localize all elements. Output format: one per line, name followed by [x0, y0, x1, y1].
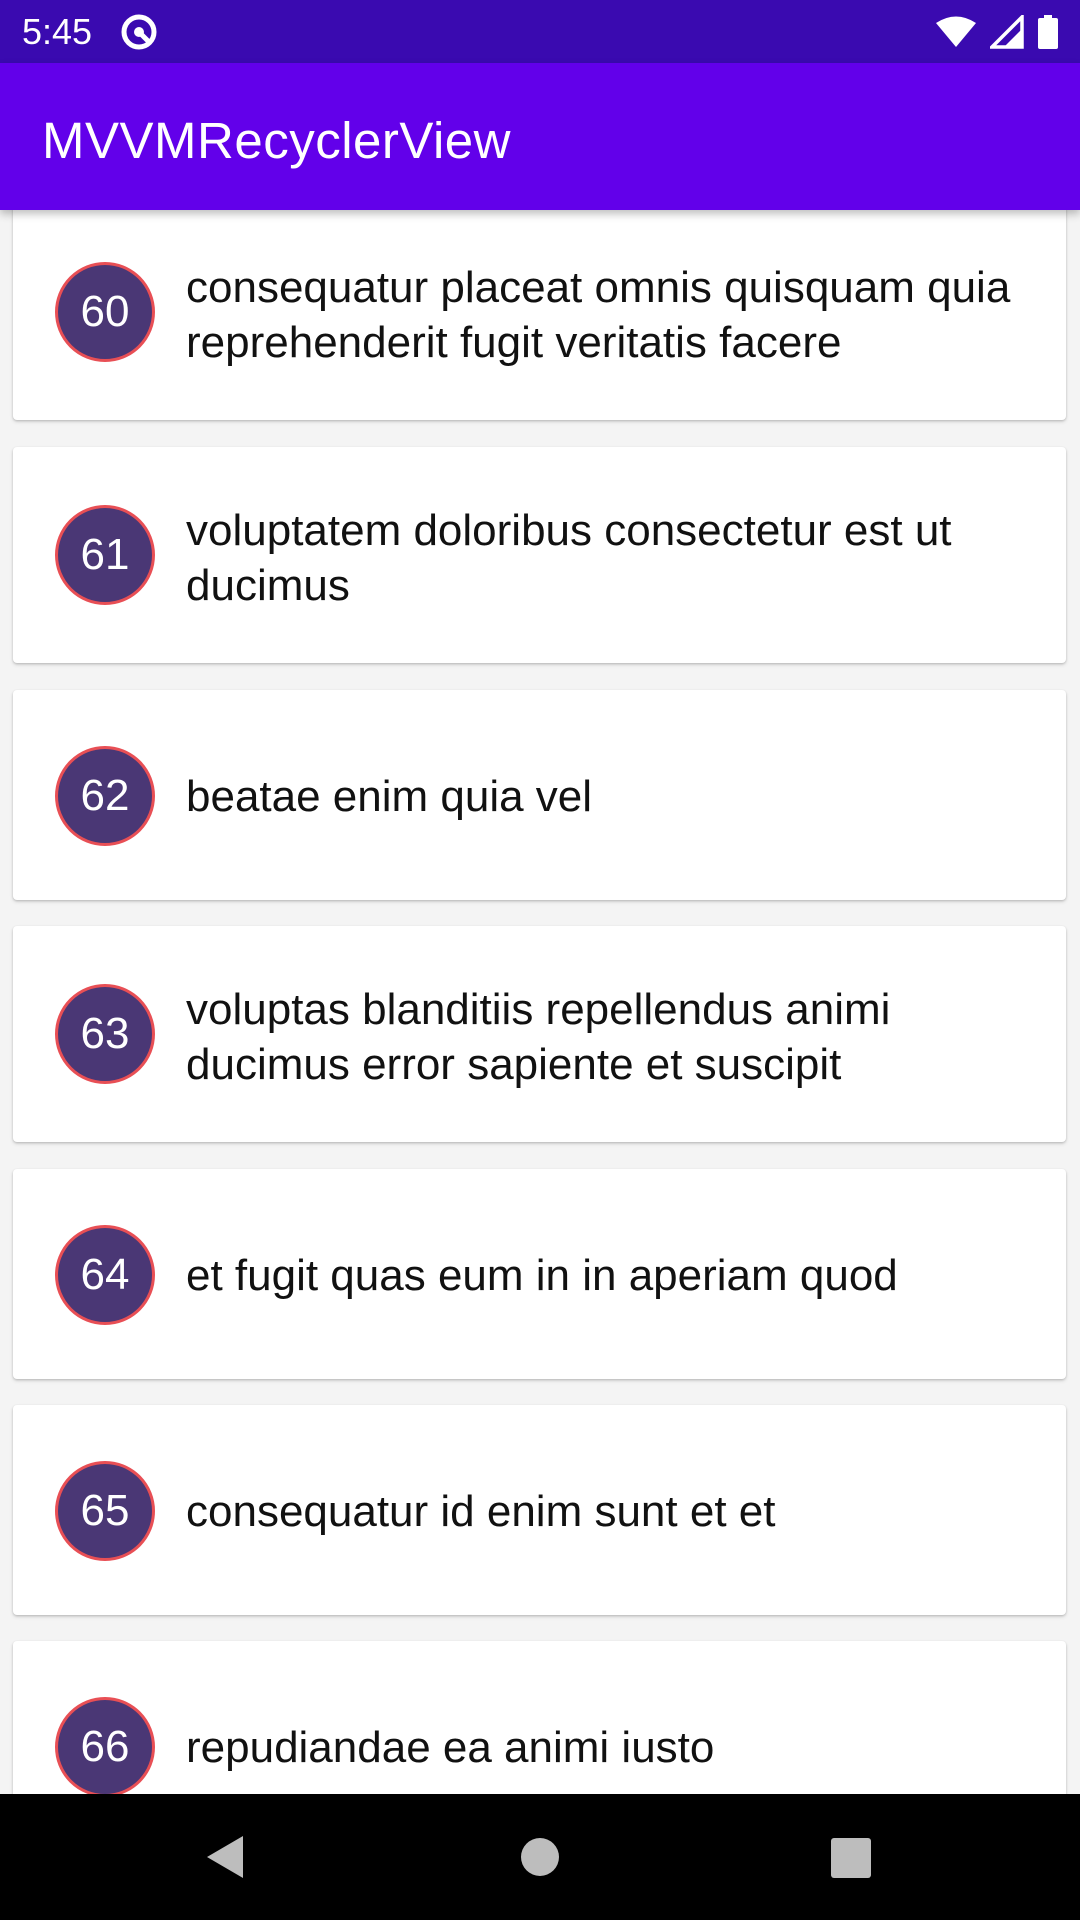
list-item[interactable]: 65 consequatur id enim sunt et et: [13, 1405, 1066, 1615]
navigation-bar: [0, 1794, 1080, 1920]
app-title: MVVMRecyclerView: [42, 112, 511, 169]
status-time: 5:45: [22, 11, 93, 52]
status-icons: [936, 12, 1058, 52]
item-title: voluptatem doloribus consectetur est ut …: [186, 506, 952, 610]
home-icon[interactable]: [521, 1838, 559, 1876]
list-item[interactable]: 61 voluptatem doloribus consectetur est …: [13, 447, 1066, 663]
item-title: voluptas blanditiis repellendus animi du…: [186, 985, 891, 1089]
item-number-badge: 61: [55, 505, 155, 605]
item-number-badge: 60: [55, 262, 155, 362]
signal-icon: [990, 15, 1024, 49]
battery-icon: [1038, 15, 1058, 49]
list-item[interactable]: 62 beatae enim quia vel: [13, 690, 1066, 900]
list-item[interactable]: 63 voluptas blanditiis repellendus animi…: [13, 926, 1066, 1142]
item-title: repudiandae ea animi iusto: [186, 1723, 715, 1772]
item-number-badge: 66: [55, 1697, 155, 1794]
list-item[interactable]: 64 et fugit quas eum in in aperiam quod: [13, 1169, 1066, 1379]
recycler-list[interactable]: 60 consequatur placeat omnis quisquam qu…: [0, 210, 1080, 1794]
item-number-badge: 63: [55, 984, 155, 1084]
status-bar: 5:45: [0, 0, 1080, 63]
item-title: consequatur id enim sunt et et: [186, 1487, 776, 1536]
item-title: beatae enim quia vel: [186, 772, 593, 821]
list-item[interactable]: 60 consequatur placeat omnis quisquam qu…: [13, 210, 1066, 420]
recents-icon[interactable]: [831, 1838, 871, 1878]
wifi-icon: [936, 16, 976, 47]
back-icon[interactable]: [205, 1834, 245, 1880]
item-number-badge: 62: [55, 746, 155, 846]
item-title: et fugit quas eum in in aperiam quod: [186, 1251, 898, 1300]
list-item[interactable]: 66 repudiandae ea animi iusto: [13, 1641, 1066, 1794]
item-number-badge: 65: [55, 1461, 155, 1561]
privacy-icon: [121, 14, 157, 50]
app-bar: MVVMRecyclerView: [0, 63, 1080, 210]
item-number-badge: 64: [55, 1225, 155, 1325]
item-title: consequatur placeat omnis quisquam quia …: [186, 263, 1011, 367]
